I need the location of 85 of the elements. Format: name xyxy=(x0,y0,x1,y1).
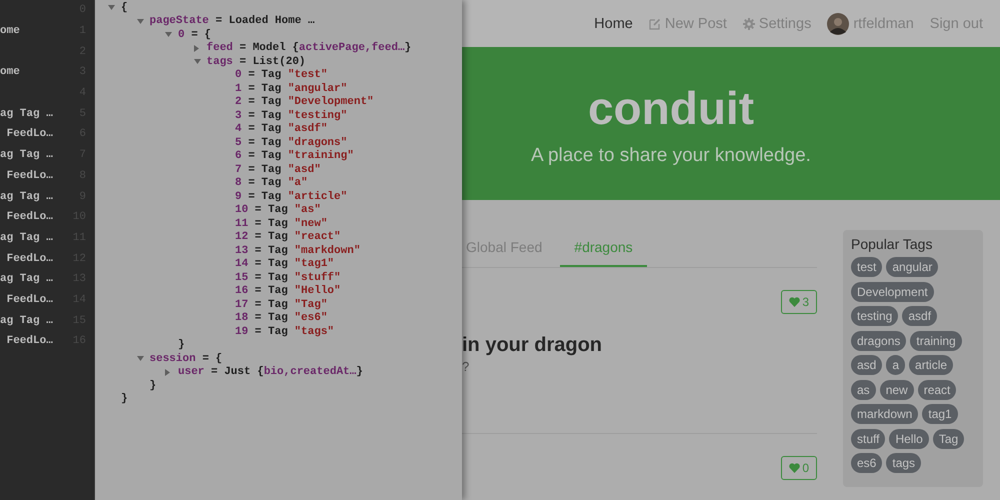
feed-tab[interactable]: #dragons xyxy=(560,228,647,267)
tag-pill[interactable]: a xyxy=(886,355,906,375)
tree-line: 0 = Tag "test" xyxy=(235,69,328,82)
tree-line: session = { xyxy=(150,352,222,365)
tag-pill[interactable]: as xyxy=(851,380,876,400)
tag-pill[interactable]: tag1 xyxy=(922,404,958,424)
heart-icon xyxy=(789,463,800,473)
tag-pill[interactable]: asdf xyxy=(902,306,938,326)
history-entry[interactable]: FeedLo… xyxy=(0,170,53,182)
tree-line: { xyxy=(121,2,128,14)
history-entry[interactable]: FeedLo… xyxy=(0,335,53,348)
history-entry[interactable]: FeedLo… xyxy=(0,294,53,306)
tag-pill[interactable]: Hello xyxy=(889,428,929,448)
tree-line: 11 = Tag "new" xyxy=(235,218,328,230)
tag-pill[interactable]: article xyxy=(909,355,954,375)
tree-line: tags = List(20) xyxy=(206,56,306,68)
tree-line: 0 = { xyxy=(178,28,212,41)
tag-pill[interactable]: testing xyxy=(851,306,898,326)
tree-line: 16 = Tag "Hello" xyxy=(235,285,341,298)
closing-brace: } xyxy=(178,339,185,352)
history-entry[interactable]: ag Tag … xyxy=(0,232,53,244)
tag-pill[interactable]: Tag xyxy=(932,428,964,448)
tree-line: 6 = Tag "training" xyxy=(235,150,354,162)
tree-line: pageState = Loaded Home … xyxy=(150,15,315,28)
tag-pill[interactable]: asd xyxy=(851,355,882,375)
article-title[interactable]: in your dragon xyxy=(462,334,817,357)
tag-pill[interactable]: markdown xyxy=(851,404,918,424)
collapsed-icon[interactable] xyxy=(194,44,198,52)
edit-icon xyxy=(648,18,661,30)
heart-icon xyxy=(789,297,800,307)
tag-pill[interactable]: training xyxy=(910,330,962,350)
tag-pill[interactable]: test xyxy=(851,257,882,277)
history-entry[interactable]: ag Tag … xyxy=(0,190,53,203)
like-button[interactable]: 3 xyxy=(781,290,817,314)
tree-line: 2 = Tag "Development" xyxy=(235,96,374,108)
expanded-icon[interactable] xyxy=(194,59,200,64)
history-entry[interactable]: FeedLo… xyxy=(0,211,53,224)
tag-pill[interactable]: react xyxy=(918,380,956,400)
tree-line: 8 = Tag "a" xyxy=(235,177,308,190)
expanded-icon[interactable] xyxy=(136,18,144,24)
tree-line: 9 = Tag "article" xyxy=(235,190,348,203)
tagline: A place to share your knowledge. xyxy=(531,144,811,166)
history-entry[interactable]: FeedLo… xyxy=(0,128,53,140)
tag-pill[interactable]: Development xyxy=(851,282,934,302)
expanded-icon[interactable] xyxy=(136,356,144,362)
tree-line: 18 = Tag "es6" xyxy=(235,312,328,324)
tree-line: 10 = Tag "as" xyxy=(235,204,321,216)
tree-line: 17 = Tag "Tag" xyxy=(235,298,328,311)
tree-line: 7 = Tag "asd" xyxy=(235,164,321,176)
avatar xyxy=(827,12,850,34)
history-entry[interactable]: ag Tag … xyxy=(0,273,53,286)
tag-pill[interactable]: new xyxy=(880,380,914,400)
tag-pill[interactable]: es6 xyxy=(851,453,882,473)
history-entry[interactable]: ag Tag … xyxy=(0,314,53,327)
history-entry[interactable]: ag Tag … xyxy=(0,108,53,120)
tree-line: 14 = Tag "tag1" xyxy=(235,258,334,270)
collapsed-icon[interactable] xyxy=(165,368,170,376)
tree-line: 3 = Tag "testing" xyxy=(235,110,348,122)
gear-icon xyxy=(742,18,755,30)
tree-line: 12 = Tag "react" xyxy=(235,231,341,244)
history-entry[interactable]: ag Tag … xyxy=(0,149,53,162)
logo: conduit xyxy=(588,84,754,130)
tag-pill[interactable]: tags xyxy=(886,453,922,473)
history-entry[interactable]: ome xyxy=(0,66,20,78)
tag-pill[interactable]: dragons xyxy=(851,330,906,350)
tree-line: 4 = Tag "asdf" xyxy=(235,123,328,136)
tree-line: 5 = Tag "dragons" xyxy=(235,136,348,149)
tree-line: 19 = Tag "tags" xyxy=(235,326,334,338)
tree-line: 1 = Tag "angular" xyxy=(235,82,348,95)
like-button[interactable]: 0 xyxy=(781,456,817,480)
tag-pill[interactable]: stuff xyxy=(851,428,886,448)
closing-brace: } xyxy=(150,380,156,392)
closing-brace: } xyxy=(121,393,128,406)
article-description: ? xyxy=(462,359,470,374)
tree-line: user = Just {bio,createdAt…} xyxy=(178,366,363,378)
tree-line: 13 = Tag "markdown" xyxy=(235,244,360,257)
nav-link[interactable]: Home xyxy=(594,16,633,32)
history-entry[interactable]: ome xyxy=(0,25,20,38)
expanded-icon[interactable] xyxy=(165,32,172,38)
expanded-icon[interactable] xyxy=(108,5,115,10)
history-entry[interactable]: FeedLo… xyxy=(0,252,53,265)
tree-line: 15 = Tag "stuff" xyxy=(235,272,341,284)
sidebar-title: Popular Tags xyxy=(851,236,934,252)
tree-line: feed = Model {activePage,feed…} xyxy=(206,42,412,54)
tag-pill[interactable]: angular xyxy=(886,257,938,277)
